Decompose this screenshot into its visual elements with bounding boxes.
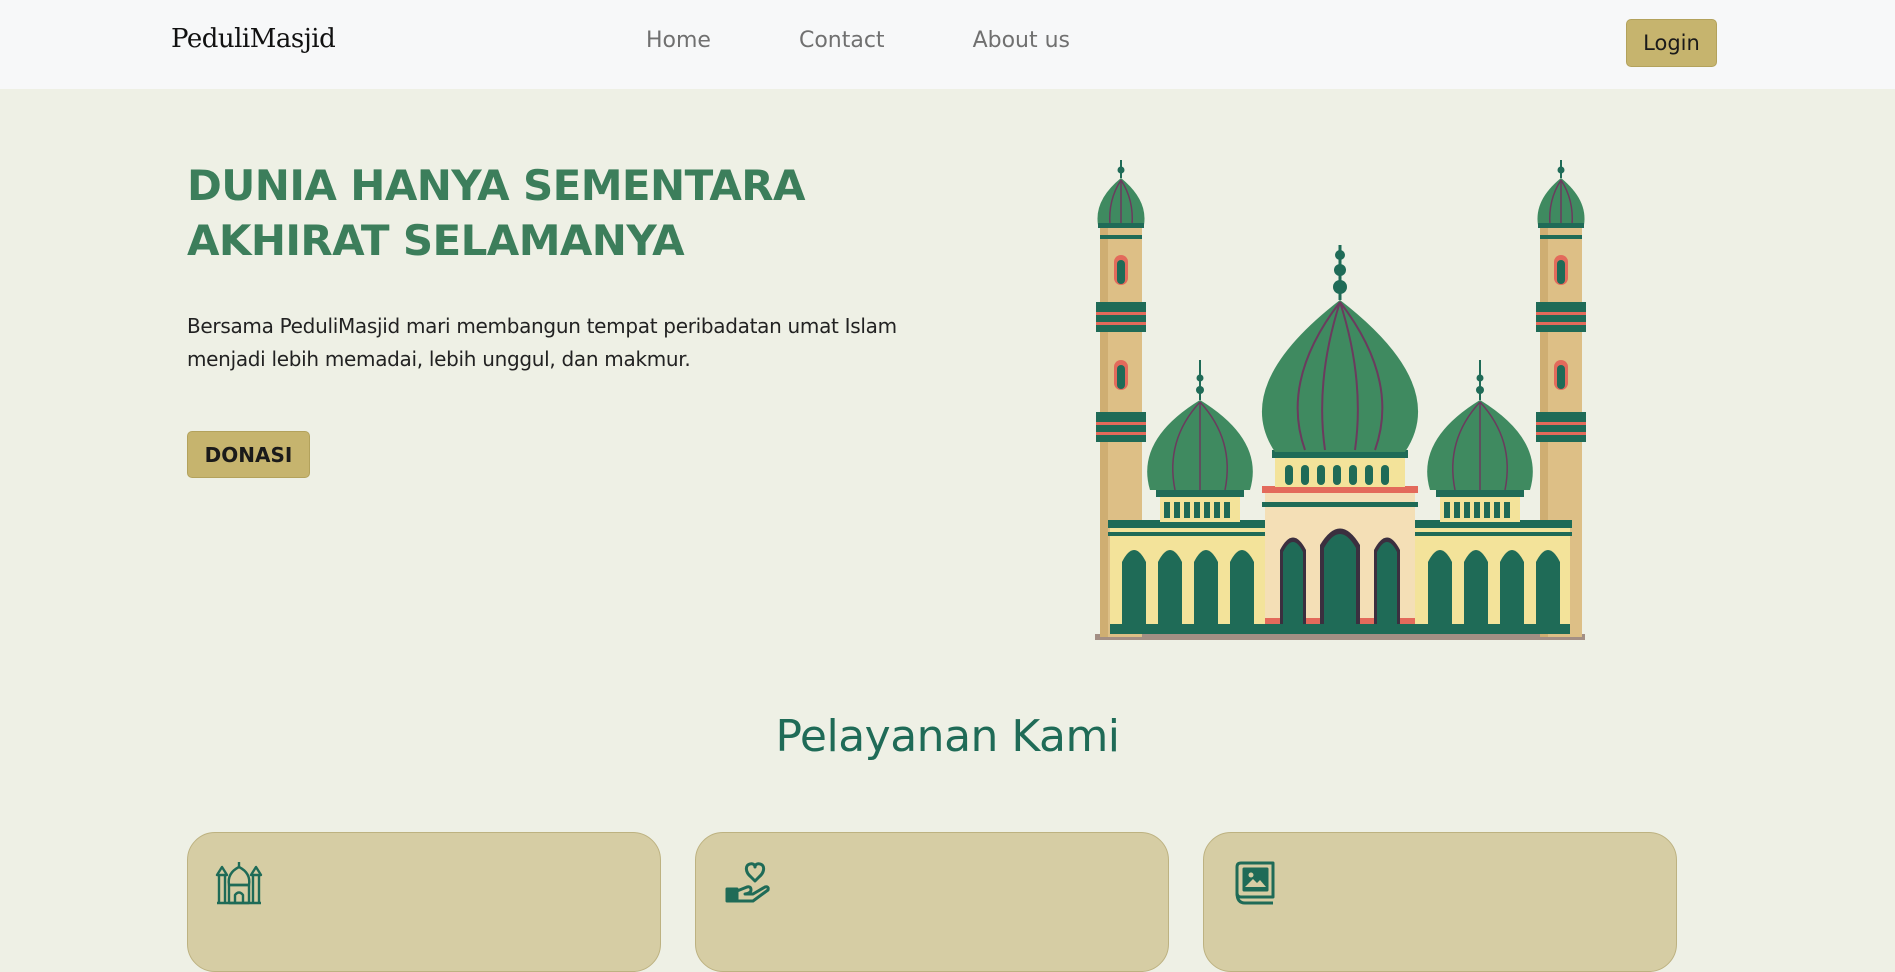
image-icon — [1235, 861, 1275, 905]
section-title: Pelayanan Kami — [775, 711, 1120, 762]
left-dome — [1147, 355, 1253, 522]
donasi-button[interactable]: DONASI — [187, 431, 310, 478]
mosque-icon — [215, 862, 263, 905]
navbar: PeduliMasjid Home Contact About us Login — [0, 0, 1895, 89]
hero-title-line: DUNIA HANYA SEMENTARA — [187, 161, 806, 210]
login-button[interactable]: Login — [1626, 19, 1717, 67]
hero-title-line: AKHIRAT SELAMANYA — [187, 216, 685, 265]
right-dome — [1427, 355, 1533, 522]
nav-link-contact[interactable]: Contact — [799, 28, 885, 53]
main-dome — [1261, 230, 1419, 452]
nav-link-home[interactable]: Home — [646, 28, 711, 53]
mosque-illustration — [1095, 158, 1586, 640]
hero-title: DUNIA HANYA SEMENTARA AKHIRAT SELAMANYA — [187, 158, 947, 268]
hero-description-line: Bersama PeduliMasjid mari membangun temp… — [187, 314, 897, 338]
service-card[interactable] — [187, 832, 661, 972]
service-card[interactable] — [695, 832, 1169, 972]
nav-links: Home Contact About us — [646, 28, 1158, 53]
service-card[interactable] — [1203, 832, 1677, 972]
nav-link-about-us[interactable]: About us — [973, 28, 1070, 53]
hand-heart-icon — [725, 862, 770, 903]
hero-description: Bersama PeduliMasjid mari membangun temp… — [187, 310, 947, 376]
hero-description-line: menjadi lebih memadai, lebih unggul, dan… — [187, 347, 691, 371]
brand-logo[interactable]: PeduliMasjid — [171, 24, 336, 54]
